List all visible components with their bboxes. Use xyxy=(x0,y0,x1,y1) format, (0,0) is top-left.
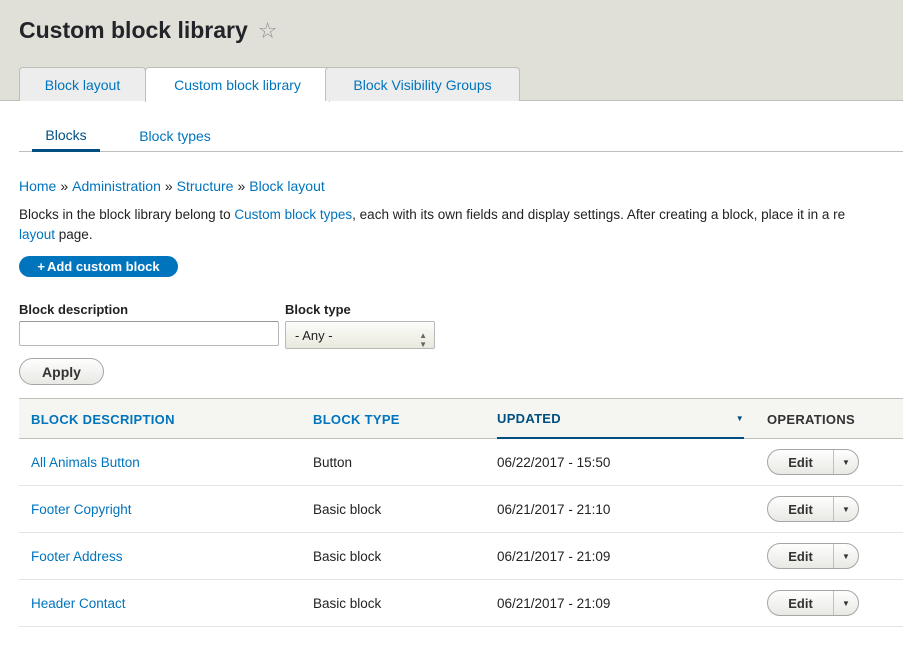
block-type-cell: Button xyxy=(313,454,353,470)
chevron-down-icon[interactable]: ▼ xyxy=(834,497,858,521)
updated-cell: 06/21/2017 - 21:09 xyxy=(497,548,611,564)
block-description-label: Block description xyxy=(19,302,129,317)
breadcrumb-structure[interactable]: Structure xyxy=(177,178,234,194)
block-type-cell: Basic block xyxy=(313,548,382,564)
help-text-part: page. xyxy=(55,227,93,242)
block-description-input[interactable] xyxy=(19,321,279,346)
apply-button[interactable]: Apply xyxy=(19,358,104,385)
breadcrumb-block-layout[interactable]: Block layout xyxy=(249,178,324,194)
operations-dropbutton: Edit ▼ xyxy=(767,449,859,475)
edit-button[interactable]: Edit xyxy=(768,497,834,521)
block-type-cell: Basic block xyxy=(313,595,382,611)
chevron-down-icon[interactable]: ▼ xyxy=(834,591,858,615)
operations-dropbutton: Edit ▼ xyxy=(767,543,859,569)
updated-cell: 06/22/2017 - 15:50 xyxy=(497,454,611,470)
updated-cell: 06/21/2017 - 21:10 xyxy=(497,501,611,517)
breadcrumb-separator: » xyxy=(60,178,69,194)
help-text-part: , each with its own fields and display s… xyxy=(352,207,846,222)
secondary-tabs: Blocks Block types xyxy=(19,120,903,152)
block-description-link[interactable]: All Animals Button xyxy=(31,439,140,485)
tab-block-visibility-groups[interactable]: Block Visibility Groups xyxy=(325,67,520,101)
block-type-select[interactable]: - Any - ▲ ▼ xyxy=(285,321,435,349)
page-title-text: Custom block library xyxy=(19,17,248,43)
select-arrows-icon: ▲ ▼ xyxy=(419,331,427,349)
page-title: Custom block library ☆ xyxy=(19,17,278,44)
breadcrumb-separator: » xyxy=(237,178,246,194)
block-type-cell: Basic block xyxy=(313,501,382,517)
sort-descending-icon: ▼ xyxy=(735,413,744,423)
block-description-link[interactable]: Header Contact xyxy=(31,580,126,626)
breadcrumb-home[interactable]: Home xyxy=(19,178,56,194)
breadcrumb-administration[interactable]: Administration xyxy=(72,178,161,194)
table-header: BLOCK DESCRIPTION BLOCK TYPE UPDATED ▼ O… xyxy=(19,398,903,439)
tab-block-layout[interactable]: Block layout xyxy=(19,67,146,101)
block-layout-link[interactable]: layout xyxy=(19,227,55,242)
edit-button[interactable]: Edit xyxy=(768,591,834,615)
block-description-link[interactable]: Footer Copyright xyxy=(31,486,132,532)
operations-dropbutton: Edit ▼ xyxy=(767,496,859,522)
star-icon[interactable]: ☆ xyxy=(258,18,278,44)
help-text: Blocks in the block library belong to Cu… xyxy=(19,205,903,245)
add-custom-block-label: Add custom block xyxy=(46,259,160,274)
plus-icon: + xyxy=(37,259,45,274)
block-description-link[interactable]: Footer Address xyxy=(31,533,123,579)
operations-dropbutton: Edit ▼ xyxy=(767,590,859,616)
page-header: Custom block library ☆ Block layout Cust… xyxy=(0,0,903,102)
add-custom-block-button[interactable]: + Add custom block xyxy=(19,256,178,277)
header-updated[interactable]: UPDATED ▼ xyxy=(497,399,744,439)
header-operations: OPERATIONS xyxy=(767,411,855,427)
subtab-block-types[interactable]: Block types xyxy=(132,120,218,152)
chevron-down-icon[interactable]: ▼ xyxy=(834,544,858,568)
block-table: BLOCK DESCRIPTION BLOCK TYPE UPDATED ▼ O… xyxy=(19,398,903,627)
updated-cell: 06/21/2017 - 21:09 xyxy=(497,595,611,611)
table-row: Footer Address Basic block 06/21/2017 - … xyxy=(19,533,903,580)
table-row: Header Contact Basic block 06/21/2017 - … xyxy=(19,580,903,627)
breadcrumb-separator: » xyxy=(164,178,173,194)
header-block-type[interactable]: BLOCK TYPE xyxy=(313,399,473,439)
chevron-down-icon[interactable]: ▼ xyxy=(834,450,858,474)
table-row: Footer Copyright Basic block 06/21/2017 … xyxy=(19,486,903,533)
header-updated-label: UPDATED xyxy=(497,410,561,426)
help-text-part: Blocks in the block library belong to xyxy=(19,207,235,222)
tab-custom-block-library[interactable]: Custom block library xyxy=(145,67,330,102)
breadcrumb: Home» Administration» Structure» Block layo… xyxy=(19,178,325,194)
edit-button[interactable]: Edit xyxy=(768,544,834,568)
table-row: All Animals Button Button 06/22/2017 - 1… xyxy=(19,439,903,486)
custom-block-types-link[interactable]: Custom block types xyxy=(234,207,352,222)
edit-button[interactable]: Edit xyxy=(768,450,834,474)
block-type-selected-value: - Any - xyxy=(295,327,333,343)
block-type-label: Block type xyxy=(285,302,351,317)
header-block-description[interactable]: BLOCK DESCRIPTION xyxy=(31,399,291,439)
subtab-blocks[interactable]: Blocks xyxy=(32,120,100,152)
